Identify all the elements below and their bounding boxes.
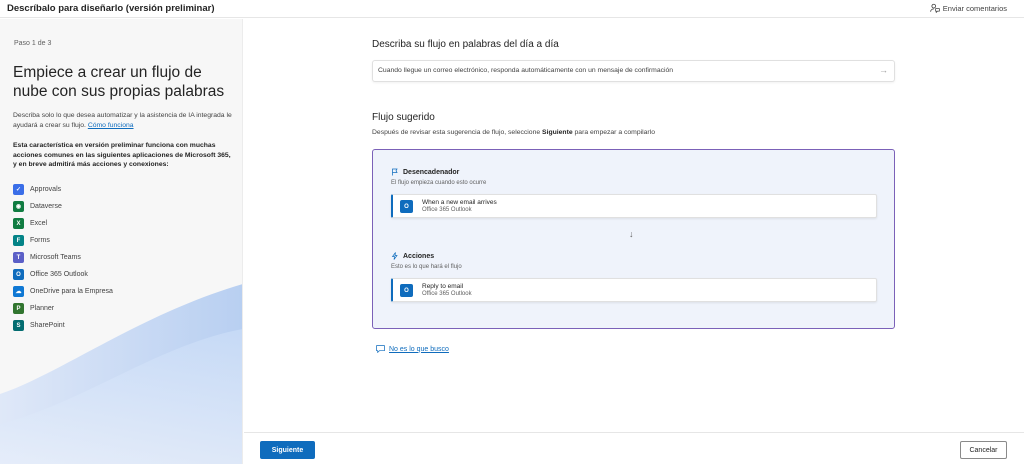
page-title: Descríbalo para diseñarlo (versión preli… — [7, 3, 215, 14]
left-description: Describa solo lo que desea automatizar y… — [13, 111, 233, 130]
app-label: Excel — [30, 220, 48, 227]
approvals-icon: ✓ — [13, 184, 24, 195]
app-item: X Excel — [13, 215, 233, 232]
not-what-im-looking-for-link[interactable]: No es lo que busco — [376, 345, 449, 353]
flow-description-text: Cuando llegue un correo electrónico, res… — [378, 67, 674, 74]
actions-title: Acciones — [403, 252, 435, 260]
app-list: ✓ Approvals ◉ Dataverse X Excel F Forms T Microso… — [13, 181, 233, 334]
sharepoint-icon: S — [13, 320, 24, 331]
how-it-works-link[interactable]: Cómo funciona — [88, 122, 134, 129]
left-panel: Paso 1 de 3 Empiece a crear un flujo de … — [0, 19, 243, 464]
forms-icon: F — [13, 235, 24, 246]
preview-note: Esta característica en versión prelimina… — [13, 142, 231, 168]
suggested-flow-heading: Flujo sugerido — [372, 112, 435, 123]
cancel-button[interactable]: Cancelar — [960, 441, 1007, 459]
suggested-sub-pre: Después de revisar esta sugerencia de fl… — [372, 129, 543, 136]
app-item: F Forms — [13, 232, 233, 249]
arrow-down-icon: ↓ — [629, 229, 634, 239]
trigger-section-title: Desencadenador — [391, 168, 459, 176]
app-item: S SharePoint — [13, 317, 233, 334]
excel-icon: X — [13, 218, 24, 229]
app-label: Dataverse — [30, 203, 62, 210]
app-item: ☁ OneDrive para la Empresa — [13, 283, 233, 300]
step-indicator: Paso 1 de 3 — [14, 40, 52, 47]
app-item: T Microsoft Teams — [13, 249, 233, 266]
flow-description-input[interactable]: Cuando llegue un correo electrónico, res… — [372, 60, 895, 82]
trigger-title: Desencadenador — [403, 168, 460, 176]
outlook-icon: O — [400, 200, 413, 213]
not-it-label: No es lo que busco — [389, 345, 449, 353]
actions-section-title: Acciones — [391, 252, 434, 260]
app-item: O Office 365 Outlook — [13, 266, 233, 283]
dataverse-icon: ◉ — [13, 201, 24, 212]
app-label: SharePoint — [30, 322, 65, 329]
action-step-card[interactable]: O Reply to email Office 365 Outlook — [391, 278, 877, 302]
actions-subtitle: Esto es lo que hará el flujo — [391, 264, 462, 270]
suggested-sub-post: para empezar a compilarlo — [572, 129, 655, 136]
trigger-subtitle: El flujo empieza cuando esto ocurre — [391, 180, 487, 186]
top-bar: Descríbalo para diseñarlo (versión preli… — [0, 0, 1024, 18]
main-panel: Describa su flujo en palabras del día a … — [244, 19, 1024, 432]
app-label: Office 365 Outlook — [30, 271, 88, 278]
feedback-button[interactable]: Enviar comentarios — [930, 3, 1007, 13]
app-item: P Planner — [13, 300, 233, 317]
describe-heading: Describa su flujo en palabras del día a … — [372, 39, 559, 50]
app-item: ✓ Approvals — [13, 181, 233, 198]
person-feedback-icon — [930, 3, 940, 13]
app-label: Forms — [30, 237, 50, 244]
comment-icon — [376, 345, 385, 353]
teams-icon: T — [13, 252, 24, 263]
app-label: Microsoft Teams — [30, 254, 81, 261]
app-label: Approvals — [30, 186, 62, 193]
lightning-icon — [391, 252, 398, 260]
app-label: Planner — [30, 305, 55, 312]
bottom-bar: Siguiente Cancelar — [244, 432, 1024, 464]
submit-arrow-icon[interactable]: → — [879, 65, 888, 75]
action-card-title: Reply to email — [422, 283, 464, 290]
left-heading: Empiece a crear un flujo de nube con sus… — [13, 64, 225, 100]
action-card-connector: Office 365 Outlook — [422, 291, 472, 297]
next-button[interactable]: Siguiente — [260, 441, 315, 459]
trigger-card-connector: Office 365 Outlook — [422, 207, 472, 213]
app-label: OneDrive para la Empresa — [30, 288, 113, 295]
onedrive-icon: ☁ — [13, 286, 24, 297]
trigger-card-title: When a new email arrives — [422, 199, 497, 206]
feedback-label: Enviar comentarios — [942, 3, 1007, 13]
suggested-flow-card: Desencadenador El flujo empieza cuando e… — [372, 149, 895, 329]
outlook-icon: O — [13, 269, 24, 280]
app-item: ◉ Dataverse — [13, 198, 233, 215]
suggested-flow-subtitle: Después de revisar esta sugerencia de fl… — [372, 129, 655, 136]
flag-icon — [392, 168, 398, 176]
suggested-sub-bold: Siguiente — [542, 129, 573, 136]
outlook-icon: O — [400, 284, 413, 297]
planner-icon: P — [13, 303, 24, 314]
trigger-step-card[interactable]: O When a new email arrives Office 365 Ou… — [391, 194, 877, 218]
